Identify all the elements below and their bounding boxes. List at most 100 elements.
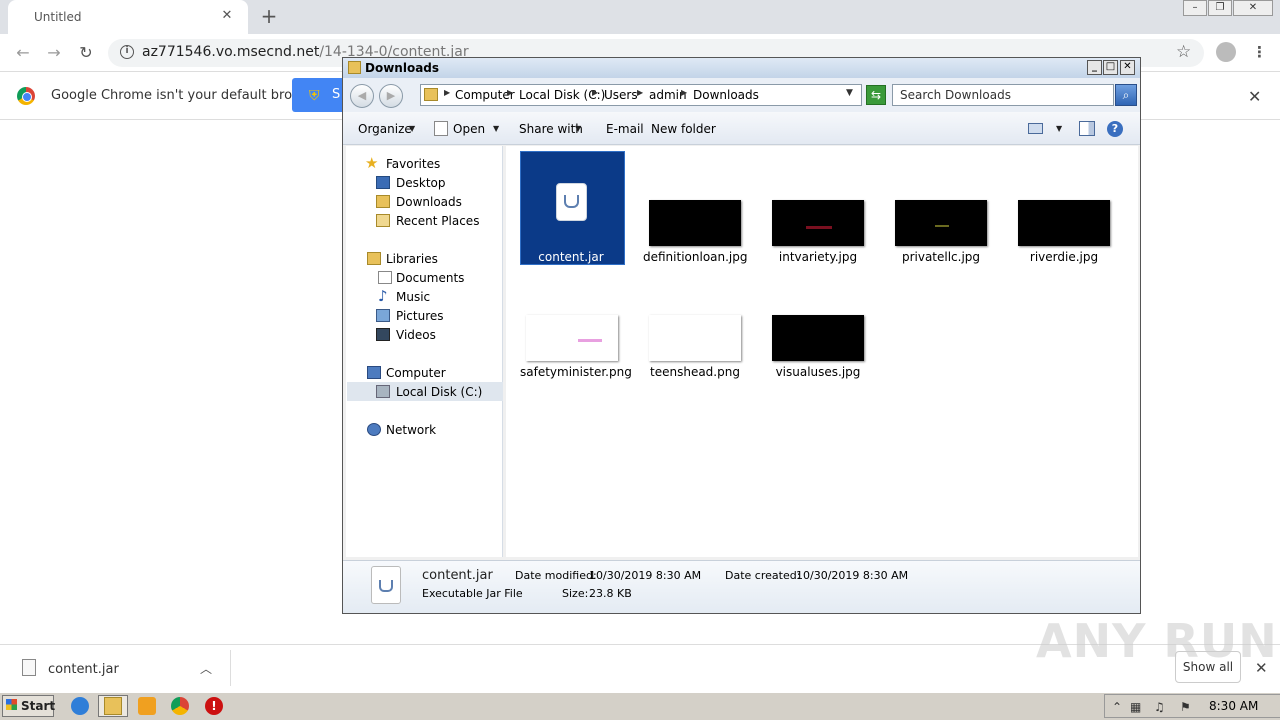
refresh-icon[interactable]: ⇆: [866, 85, 886, 105]
share-with-button[interactable]: Share with: [519, 122, 583, 136]
views-dropdown-icon[interactable]: ▼: [1056, 124, 1062, 133]
help-icon[interactable]: ?: [1107, 121, 1123, 137]
open-dropdown-icon[interactable]: ▼: [493, 124, 499, 133]
explorer-title: Downloads: [365, 61, 440, 75]
minimize-icon[interactable]: –: [1183, 0, 1207, 16]
ex-close-icon[interactable]: ✕: [1120, 60, 1135, 75]
search-icon[interactable]: ⌕: [1115, 84, 1137, 106]
clock[interactable]: 8:30 AM: [1209, 699, 1258, 713]
file-item[interactable]: visualuses.jpg: [766, 314, 870, 380]
music-icon: ♪: [378, 287, 388, 305]
download-item-name[interactable]: content.jar: [48, 662, 119, 677]
downloads-folder-icon: [424, 88, 438, 101]
nav-desktop[interactable]: Desktop: [396, 176, 446, 190]
preview-pane-icon[interactable]: [1079, 121, 1095, 136]
file-item[interactable]: safetyminister.png: [520, 314, 632, 380]
nav-documents[interactable]: Documents: [396, 271, 464, 285]
chevron-up-icon[interactable]: ︿: [200, 660, 212, 677]
tab-close-icon[interactable]: ✕: [218, 7, 236, 25]
file-item[interactable]: definitionloan.jpg: [643, 199, 748, 265]
thumbnail-detail: [578, 339, 602, 342]
file-item[interactable]: teenshead.png: [643, 314, 747, 380]
breadcrumb-downloads[interactable]: Downloads: [693, 88, 759, 102]
videos-icon: [376, 328, 390, 341]
date-modified-value: 10/30/2019 8:30 AM: [589, 569, 702, 582]
new-folder-button[interactable]: New folder: [651, 122, 716, 136]
nav-recent-places[interactable]: Recent Places: [396, 214, 479, 228]
bookmark-star-icon[interactable]: ☆: [1176, 42, 1191, 62]
breadcrumb-sep-icon[interactable]: ▶: [592, 88, 598, 97]
recent-places-icon: [376, 214, 390, 227]
breadcrumb-sep-icon[interactable]: ▶: [507, 88, 513, 97]
file-item[interactable]: intvariety.jpg: [766, 199, 870, 265]
computer-icon: [367, 366, 381, 379]
open-button[interactable]: Open: [453, 122, 485, 136]
nav-videos[interactable]: Videos: [396, 328, 436, 342]
ex-forward-icon[interactable]: ▶: [379, 84, 403, 108]
media-player-icon[interactable]: [138, 697, 156, 715]
tray-expand-icon[interactable]: ⌃: [1112, 700, 1122, 714]
nav-local-disk[interactable]: Local Disk (C:): [396, 385, 482, 399]
explorer-search-input[interactable]: Search Downloads: [892, 84, 1114, 106]
nav-libraries[interactable]: Libraries: [386, 252, 438, 266]
organize-dropdown-icon[interactable]: ▼: [409, 124, 415, 133]
file-icon: [22, 659, 36, 676]
shelf-divider: [230, 650, 231, 686]
file-name: teenshead.png: [650, 365, 740, 379]
close-window-icon[interactable]: ✕: [1233, 0, 1273, 16]
breadcrumb-computer[interactable]: Computer: [455, 88, 515, 102]
network-tray-icon[interactable]: ▦: [1130, 700, 1141, 714]
reload-icon[interactable]: ↻: [75, 42, 97, 64]
windows-logo-icon: [6, 699, 17, 710]
thumbnail-detail: [806, 226, 832, 229]
tab-title[interactable]: Untitled: [34, 10, 81, 24]
breadcrumb-sep-icon[interactable]: ▶: [637, 88, 643, 97]
stop-icon[interactable]: !: [205, 697, 223, 715]
file-item[interactable]: riverdie.jpg: [1012, 199, 1116, 265]
pictures-icon: [376, 309, 390, 322]
explorer-title-bar[interactable]: [343, 58, 1140, 78]
menu-icon[interactable]: ⋮: [1252, 43, 1267, 61]
network-icon: [367, 423, 381, 436]
forward-icon[interactable]: →: [43, 42, 65, 64]
flag-icon[interactable]: ⚑: [1180, 700, 1191, 714]
watermark: ANY RUN: [1036, 614, 1278, 668]
breadcrumb-sep-icon[interactable]: ▶: [681, 88, 687, 97]
organize-button[interactable]: Organize: [358, 122, 412, 136]
file-item[interactable]: privatellc.jpg: [889, 199, 993, 265]
email-button[interactable]: E-mail: [606, 122, 644, 136]
image-thumbnail: [526, 315, 618, 361]
new-tab-icon[interactable]: +: [258, 5, 280, 27]
url-host: az771546.vo.msecnd.net: [142, 44, 320, 60]
ie-icon[interactable]: [71, 697, 89, 715]
profile-icon[interactable]: [1216, 42, 1236, 62]
file-name: intvariety.jpg: [778, 250, 858, 264]
restore-icon[interactable]: ❐: [1208, 0, 1232, 16]
nav-pictures[interactable]: Pictures: [396, 309, 444, 323]
local-disk-icon: [376, 385, 390, 398]
shield-icon: ⛨: [309, 88, 320, 104]
thumbnail-detail: [935, 225, 949, 227]
nav-network[interactable]: Network: [386, 423, 436, 437]
ex-minimize-icon[interactable]: _: [1087, 60, 1102, 75]
info-icon[interactable]: i: [120, 45, 134, 59]
date-modified-label: Date modified:: [515, 569, 597, 582]
nav-music[interactable]: Music: [396, 290, 430, 304]
image-thumbnail: [895, 200, 987, 246]
nav-computer[interactable]: Computer: [386, 366, 446, 380]
share-dropdown-icon[interactable]: ▼: [575, 124, 581, 133]
nav-downloads[interactable]: Downloads: [396, 195, 462, 209]
ex-back-icon[interactable]: ◀: [350, 84, 374, 108]
set-default-label: S: [332, 87, 341, 102]
address-dropdown-icon[interactable]: ▼: [846, 88, 853, 98]
ex-maximize-icon[interactable]: □: [1103, 60, 1118, 75]
infobar-close-icon[interactable]: ✕: [1248, 87, 1261, 106]
nav-favorites[interactable]: Favorites: [386, 157, 440, 171]
views-icon[interactable]: [1028, 123, 1043, 134]
breadcrumb-users[interactable]: Users: [604, 88, 638, 102]
chrome-icon[interactable]: [171, 697, 189, 715]
breadcrumb-sep-icon[interactable]: ▶: [444, 88, 450, 97]
volume-icon[interactable]: ♫: [1154, 700, 1165, 714]
back-icon[interactable]: ←: [12, 42, 34, 64]
folder-icon: [104, 697, 122, 715]
